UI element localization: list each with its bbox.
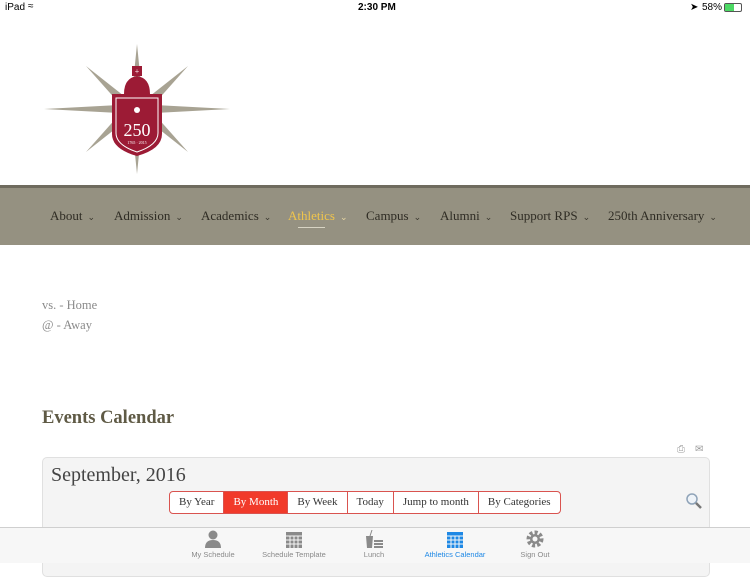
- calendar-icon: [447, 532, 463, 548]
- active-underline: [298, 227, 325, 228]
- calendar-grid-icon: [286, 532, 302, 548]
- chevron-down-icon: ⌄: [339, 212, 348, 222]
- nav-athletics[interactable]: Athletics ⌄: [288, 208, 347, 224]
- email-icon[interactable]: ✉: [695, 444, 703, 455]
- svg-text:+: +: [135, 67, 140, 76]
- by-month-button[interactable]: By Month: [223, 492, 288, 513]
- by-week-button[interactable]: By Week: [287, 492, 346, 513]
- legend-home: vs. - Home: [42, 298, 98, 312]
- search-icon[interactable]: [685, 492, 703, 515]
- nav-campus[interactable]: Campus ⌄: [366, 208, 421, 224]
- by-categories-button[interactable]: By Categories: [477, 492, 560, 513]
- svg-text:250: 250: [124, 120, 151, 140]
- chevron-down-icon: ⌄: [175, 212, 183, 222]
- nav-alumni[interactable]: Alumni ⌄: [440, 208, 492, 224]
- battery-percent: 58%: [702, 2, 723, 13]
- chevron-down-icon: ⌄: [484, 212, 493, 222]
- nav-academics[interactable]: Academics ⌄: [201, 208, 271, 224]
- nav-support-rps[interactable]: Support RPS ⌄: [510, 208, 590, 224]
- status-bar: iPad ≈ 2:30 PM ➤ 58%: [0, 0, 750, 16]
- chevron-down-icon: ⌄: [709, 212, 717, 222]
- chevron-down-icon: ⌄: [413, 212, 422, 222]
- tab-athletics-calendar[interactable]: Athletics Calendar: [410, 530, 500, 559]
- tab-lunch[interactable]: Lunch: [329, 530, 419, 559]
- device-name: iPad: [5, 2, 26, 13]
- lunch-icon: [366, 530, 383, 548]
- by-year-button[interactable]: By Year: [170, 492, 223, 513]
- tab-sign-out[interactable]: Sign Out: [490, 530, 580, 559]
- view-button-group: By Year By Month By Week Today Jump to m…: [169, 491, 561, 514]
- month-title: September, 2016: [51, 464, 186, 486]
- main-nav: About ⌄ Admission ⌄ Academics ⌄ Athletics ⌄ …: [0, 185, 750, 245]
- location-icon: ➤: [690, 2, 699, 13]
- legend-away: @ - Away: [42, 318, 92, 332]
- jump-to-month-button[interactable]: Jump to month: [392, 492, 478, 513]
- svg-text:1765 · 2015: 1765 · 2015: [127, 140, 146, 145]
- chevron-down-icon: ⌄: [87, 212, 96, 222]
- tab-bar: My Schedule Schedule Template Lunch Athl…: [0, 527, 750, 563]
- chevron-down-icon: ⌄: [263, 212, 272, 222]
- nav-admission[interactable]: Admission ⌄: [114, 208, 183, 224]
- tab-my-schedule[interactable]: My Schedule: [168, 530, 258, 559]
- nav-250th-anniversary[interactable]: 250th Anniversary ⌄: [608, 208, 717, 224]
- today-button[interactable]: Today: [346, 492, 393, 513]
- clock: 2:30 PM: [358, 2, 396, 13]
- chevron-down-icon: ⌄: [582, 212, 591, 222]
- print-icon[interactable]: ⎙: [677, 444, 685, 455]
- person-icon: [205, 530, 221, 548]
- school-logo[interactable]: + 250 1765 · 2015: [44, 44, 230, 174]
- gear-icon: [526, 530, 544, 548]
- battery-icon: [724, 3, 742, 12]
- wifi-icon: ≈: [28, 1, 34, 12]
- page-title: Events Calendar: [42, 408, 175, 428]
- tab-schedule-template[interactable]: Schedule Template: [249, 530, 339, 559]
- nav-about[interactable]: About ⌄: [50, 208, 95, 224]
